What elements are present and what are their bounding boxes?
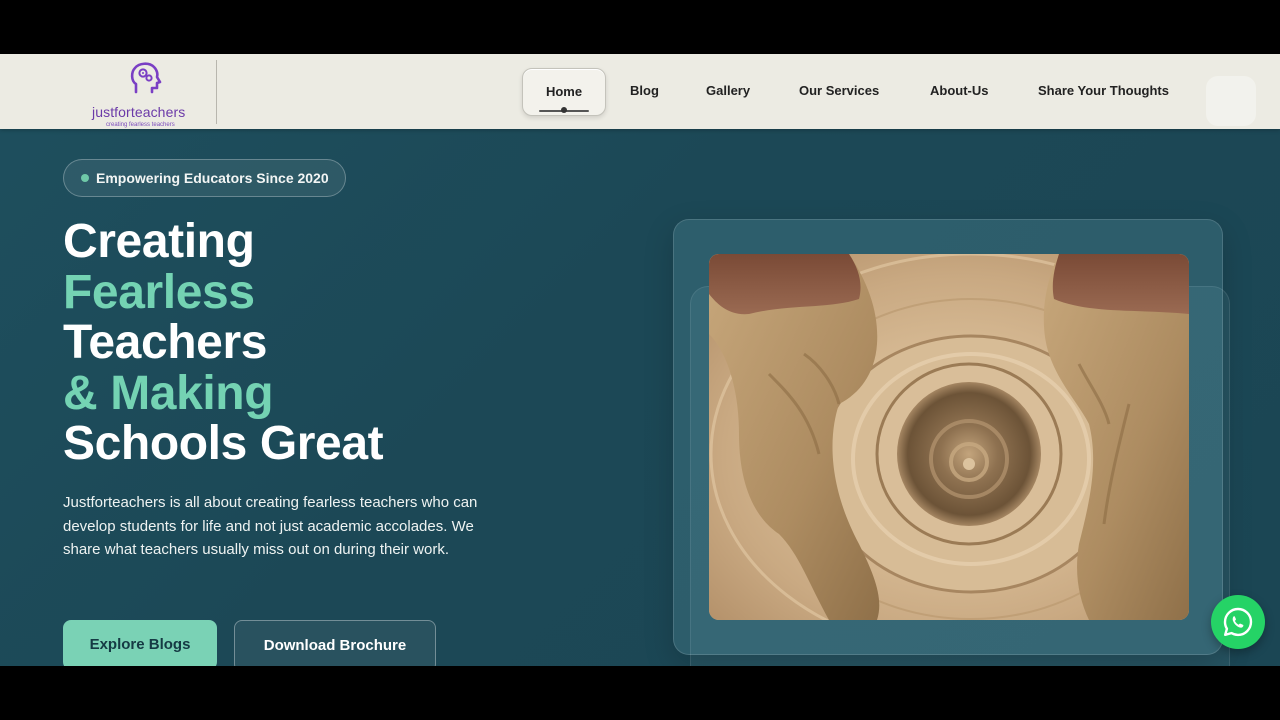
logo-tagline: creating fearless teachers [106,122,175,128]
nav-blog[interactable]: Blog [630,68,659,114]
nav-active-dot [561,107,567,113]
video-letterbox-top [0,0,1280,54]
download-brochure-button[interactable]: Download Brochure [234,620,436,666]
nav-ghost-element [1206,76,1256,126]
nav-home[interactable]: Home [522,68,606,116]
headline-line-2: Fearless [63,265,255,319]
explore-blogs-button[interactable]: Explore Blogs [63,620,217,666]
hero-headline: Creating Fearless Teachers & Making Scho… [63,215,384,470]
hero-description: Justforteachers is all about creating fe… [63,494,478,559]
whatsapp-icon [1223,607,1253,637]
image-card [673,219,1223,655]
headline-line-3: Teachers [63,316,268,369]
whatsapp-button[interactable] [1211,595,1265,649]
website-viewport: justforteachers creating fearless teache… [0,54,1280,666]
headline-line-4: & Making [63,366,274,420]
nav-our-services[interactable]: Our Services [799,68,879,114]
pottery-wheel-clay-hands-image [709,254,1189,620]
video-letterbox-bottom [0,666,1280,720]
hero-badge: Empowering Educators Since 2020 [63,159,346,197]
headline-line-5: Schools Great [63,417,384,470]
headline-line-1: Creating [63,215,255,268]
nav-home-label: Home [545,84,583,99]
nav-about-us[interactable]: About-Us [930,68,989,114]
badge-dot-icon [81,174,89,182]
hero-badge-text: Empowering Educators Since 2020 [96,170,329,186]
navbar: justforteachers creating fearless teache… [0,54,1280,129]
logo-name: justforteachers [92,104,186,120]
nav-share-your-thoughts[interactable]: Share Your Thoughts [1038,68,1169,114]
site-logo[interactable]: justforteachers creating fearless teache… [88,60,217,128]
head-gears-icon [130,62,162,94]
nav-gallery[interactable]: Gallery [706,68,750,114]
pottery-illustration [709,254,1189,620]
